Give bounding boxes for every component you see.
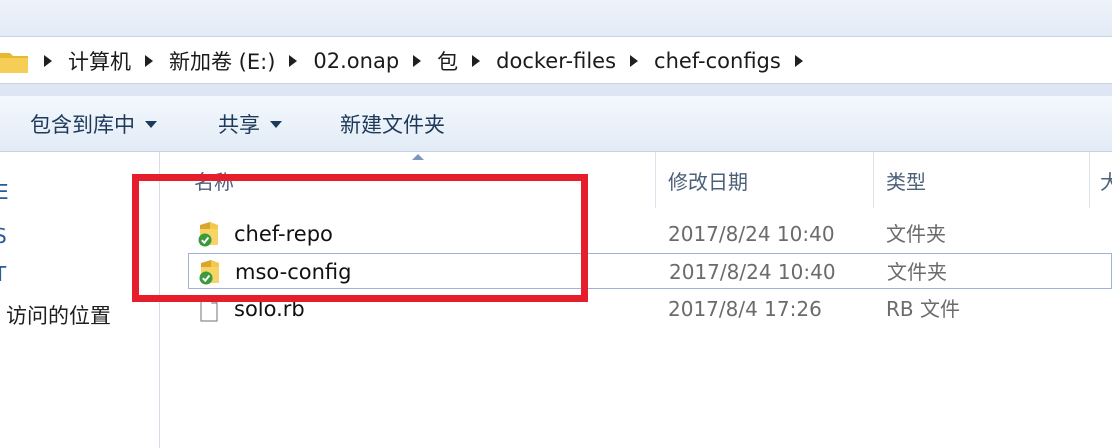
file-row-mso-config[interactable]: mso-config 2017/8/24 10:40 文件夹 xyxy=(188,253,1112,289)
column-header-type[interactable]: 类型 xyxy=(874,152,1090,208)
chevron-right-icon[interactable] xyxy=(289,55,298,67)
window-top-strip xyxy=(0,0,1112,36)
share-button[interactable]: 共享 xyxy=(218,96,282,152)
folder-synced-icon xyxy=(198,222,218,247)
dropdown-arrow-icon xyxy=(270,120,282,128)
chevron-right-icon[interactable] xyxy=(145,55,153,67)
address-bar[interactable]: 计算机 新加卷 (E:) 02.onap 包 docker-files chef… xyxy=(0,36,1112,84)
column-header-name-label: 名称 xyxy=(194,169,234,194)
breadcrumb-item-chef-configs[interactable]: chef-configs xyxy=(654,49,781,73)
column-header-name[interactable]: 名称 xyxy=(182,152,656,208)
breadcrumb-item-bao[interactable]: 包 xyxy=(437,46,458,76)
chevron-right-icon[interactable] xyxy=(44,55,52,67)
nav-item-stub[interactable]: E xyxy=(0,180,9,204)
column-header-size-label: 大 xyxy=(1100,169,1112,194)
file-date: 2017/8/4 17:26 xyxy=(668,297,822,321)
breadcrumb: 计算机 新加卷 (E:) 02.onap 包 docker-files chef… xyxy=(44,37,819,85)
file-name: chef-repo xyxy=(234,222,333,246)
breadcrumb-item-docker-files[interactable]: docker-files xyxy=(496,49,616,73)
breadcrumb-item-onap[interactable]: 02.onap xyxy=(313,49,399,73)
column-header-date-label: 修改日期 xyxy=(668,169,748,194)
new-folder-button[interactable]: 新建文件夹 xyxy=(340,96,445,152)
sort-ascending-icon xyxy=(412,154,424,160)
nav-item-recent-places[interactable]: 访问的位置 xyxy=(6,300,111,330)
toolbar-gap xyxy=(0,84,1112,96)
new-folder-label: 新建文件夹 xyxy=(340,113,445,137)
folder-synced-icon xyxy=(199,260,219,285)
nav-item-stub[interactable]: T xyxy=(0,262,6,286)
column-header-type-label: 类型 xyxy=(886,169,926,194)
dropdown-arrow-icon xyxy=(145,120,157,128)
file-row-solo-rb[interactable]: solo.rb 2017/8/4 17:26 RB 文件 xyxy=(188,291,1112,327)
folder-icon xyxy=(0,53,28,73)
file-type: 文件夹 xyxy=(886,222,946,246)
chevron-right-icon[interactable] xyxy=(794,55,803,67)
command-toolbar: 包含到库中 共享 新建文件夹 xyxy=(0,96,1112,152)
breadcrumb-item-volume[interactable]: 新加卷 (E:) xyxy=(169,46,275,76)
column-header-date-modified[interactable]: 修改日期 xyxy=(656,152,874,208)
file-icon xyxy=(200,297,218,322)
file-row-chef-repo[interactable]: chef-repo 2017/8/24 10:40 文件夹 xyxy=(188,216,1112,252)
file-type: RB 文件 xyxy=(886,297,960,321)
breadcrumb-item-computer[interactable]: 计算机 xyxy=(68,46,131,76)
nav-item-stub[interactable]: S xyxy=(0,224,7,248)
chevron-right-icon[interactable] xyxy=(413,55,422,67)
file-name: solo.rb xyxy=(234,297,305,321)
include-in-library-label: 包含到库中 xyxy=(30,113,135,137)
file-date: 2017/8/24 10:40 xyxy=(669,260,836,284)
file-date: 2017/8/24 10:40 xyxy=(668,222,835,246)
chevron-right-icon[interactable] xyxy=(472,55,481,67)
include-in-library-button[interactable]: 包含到库中 xyxy=(30,96,157,152)
column-header-size[interactable]: 大 xyxy=(1090,152,1112,208)
file-type: 文件夹 xyxy=(887,260,947,284)
chevron-right-icon[interactable] xyxy=(630,55,639,67)
share-label: 共享 xyxy=(218,113,260,137)
file-name: mso-config xyxy=(235,260,352,284)
